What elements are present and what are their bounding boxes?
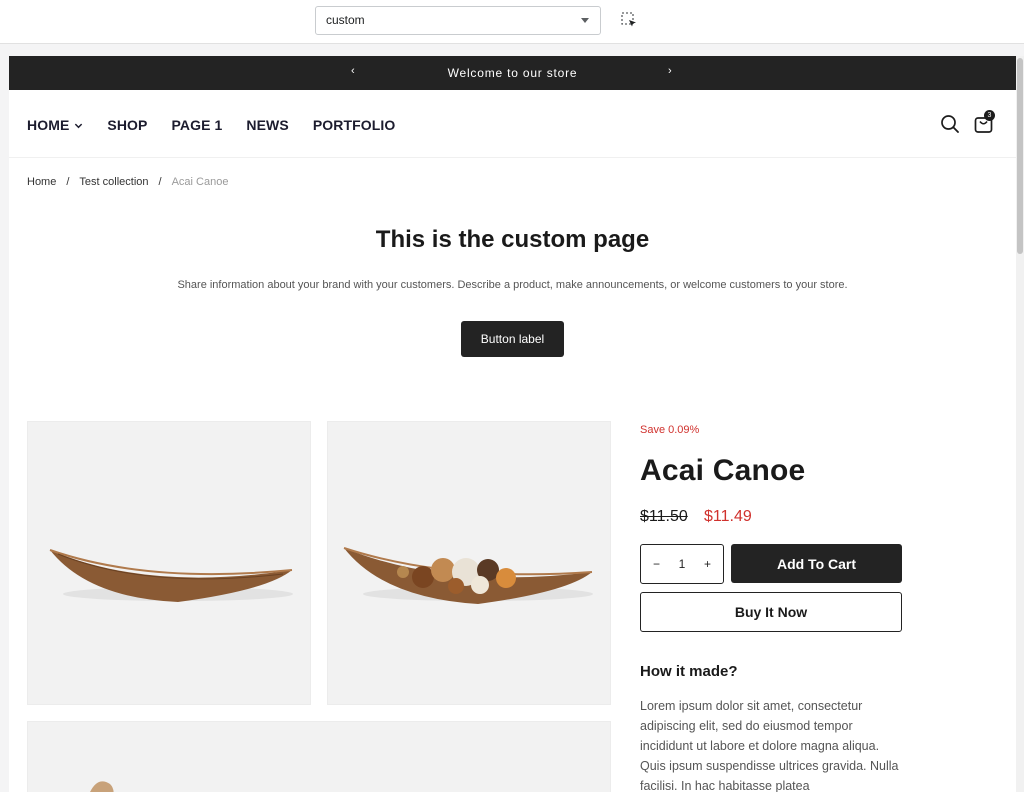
product-image[interactable] <box>27 421 311 705</box>
chevron-down-icon <box>75 123 83 128</box>
quantity-increase-button[interactable]: + <box>704 557 711 571</box>
nav-item-label: PAGE 1 <box>171 117 223 133</box>
breadcrumb: Home / Test collection / Acai Canoe <box>27 176 228 188</box>
chevron-down-icon <box>581 18 589 23</box>
compare-price: $11.50 <box>640 508 688 525</box>
breadcrumb-current: Acai Canoe <box>171 176 229 188</box>
product-image[interactable] <box>327 421 611 705</box>
page-title: This is the custom page <box>375 226 650 253</box>
product-title: Acai Canoe <box>640 454 806 487</box>
breadcrumb-separator: / <box>158 176 162 188</box>
announcement-next-arrow[interactable]: › <box>668 65 672 77</box>
product-image[interactable] <box>27 721 611 792</box>
save-badge: Save 0.09% <box>640 424 700 436</box>
nav-item-page-1[interactable]: PAGE 1 <box>171 117 222 133</box>
cta-button[interactable]: Button label <box>461 321 564 357</box>
how-it-made-text: Lorem ipsum dolor sit amet, consectetur … <box>640 699 899 792</box>
nav-item-portfolio[interactable]: PORTFOLIO <box>313 117 396 133</box>
breadcrumb-collection[interactable]: Test collection <box>79 176 148 188</box>
quantity-value[interactable]: 1 <box>679 557 686 571</box>
site-header: HOME SHOP PAGE 1 NEWS PORTFOLIO 3 <box>9 90 1016 158</box>
sale-price: $11.49 <box>704 508 752 525</box>
nav-item-home[interactable]: HOME <box>27 117 83 133</box>
scrollbar-thumb[interactable] <box>1017 58 1023 254</box>
preview-scrollbar[interactable] <box>1016 56 1024 792</box>
main-nav: HOME SHOP PAGE 1 NEWS PORTFOLIO <box>27 117 419 133</box>
add-to-cart-button[interactable]: Add To Cart <box>731 544 902 583</box>
page-description: Share information about your brand with … <box>177 279 848 291</box>
nav-item-news[interactable]: NEWS <box>246 117 288 133</box>
template-select-value: custom <box>326 13 365 27</box>
canoe-empty-image <box>28 422 310 704</box>
nav-item-label: PORTFOLIO <box>312 117 396 133</box>
template-select[interactable]: custom <box>315 6 601 35</box>
how-it-made-heading: How it made? <box>640 663 738 680</box>
nav-item-label: NEWS <box>246 117 289 133</box>
announcement-bar: ‹ Welcome to our store › <box>9 56 1016 90</box>
nav-item-shop[interactable]: SHOP <box>107 117 147 133</box>
cart-count-badge: 3 <box>984 110 995 121</box>
inspect-selection-icon[interactable] <box>620 11 638 29</box>
nav-item-label: SHOP <box>107 117 148 133</box>
storefront-preview: ‹ Welcome to our store › HOME SHOP PAGE … <box>9 56 1016 792</box>
search-icon[interactable] <box>940 114 960 134</box>
quantity-stepper: − 1 + <box>640 544 724 584</box>
breadcrumb-separator: / <box>66 176 70 188</box>
breadcrumb-home[interactable]: Home <box>27 176 56 188</box>
editor-toolbar: custom <box>0 0 1024 44</box>
quantity-decrease-button[interactable]: − <box>653 557 660 571</box>
canoe-filled-image <box>328 422 610 704</box>
nav-item-label: HOME <box>27 117 70 133</box>
announcement-message: Welcome to our store <box>447 66 578 80</box>
buy-now-button[interactable]: Buy It Now <box>640 592 902 632</box>
canoe-side-image <box>28 722 610 792</box>
